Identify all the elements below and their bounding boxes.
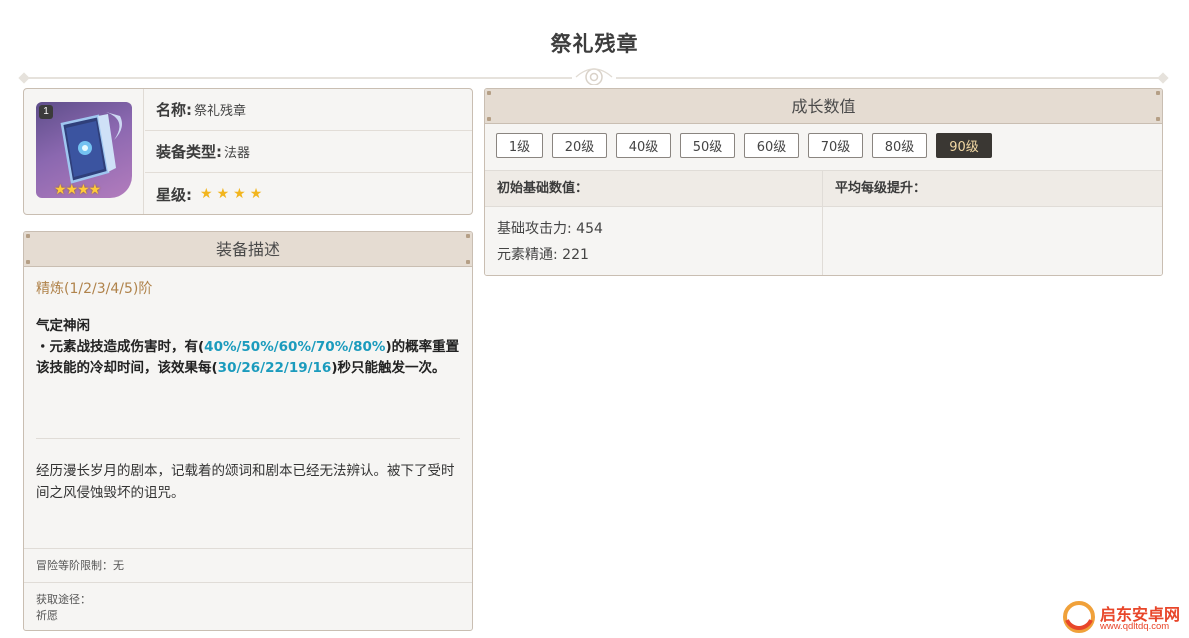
- level-button-90[interactable]: 90级: [936, 133, 992, 158]
- level-button-60[interactable]: 60级: [744, 133, 799, 158]
- source-value: 祈愿: [36, 609, 58, 622]
- refine-label: 精炼(1/2/3/4/5)阶: [36, 281, 153, 297]
- skill-block: 气定神闲 ・元素战技造成伤害时，有(40%/50%/60%/70%/80%)的概…: [36, 316, 460, 379]
- level-button-50[interactable]: 50级: [680, 133, 735, 158]
- skill-name: 气定神闲: [36, 318, 90, 334]
- base-attack: 基础攻击力: 454: [497, 221, 603, 237]
- watermark-url: www.qdltdq.com: [1100, 621, 1170, 632]
- star-icon: ★: [249, 186, 263, 202]
- level-button-20[interactable]: 20级: [552, 133, 607, 158]
- base-stat-header: 初始基础数值：: [485, 171, 823, 207]
- info-row-rarity: 星级: ★ ★ ★ ★: [145, 173, 472, 214]
- info-row-name: 名称: 祭礼残章: [145, 89, 472, 131]
- stat-table-header: 初始基础数值： 平均每级提升：: [485, 171, 1162, 207]
- skill-effect: ・元素战技造成伤害时，有(40%/50%/60%/70%/80%)的概率重置该技…: [36, 339, 460, 376]
- rarity-stars: ★★★★: [54, 182, 101, 198]
- source-label: 获取途径：: [36, 593, 91, 606]
- growth-header-label: 成长数值: [791, 97, 856, 116]
- rank-limit: 冒险等阶限制：无: [24, 548, 472, 582]
- weapon-book-icon: 1 ★★★★: [36, 102, 132, 198]
- level-button-40[interactable]: 40级: [616, 133, 671, 158]
- source-info: 获取途径： 祈愿: [24, 582, 472, 630]
- description-panel: 装备描述 精炼(1/2/3/4/5)阶 气定神闲 ・元素战技造成伤害时，有(40…: [23, 231, 473, 631]
- divider: [36, 438, 460, 439]
- growth-header: 成长数值: [485, 89, 1162, 124]
- level-button-70[interactable]: 70级: [808, 133, 863, 158]
- base-stat-cell: 基础攻击力: 454 元素精通: 221: [485, 207, 823, 275]
- level-button-1[interactable]: 1级: [496, 133, 543, 158]
- avg-growth-cell: [823, 207, 1161, 275]
- rarity-value: ★ ★ ★ ★: [200, 186, 266, 202]
- level-selector: 1级 20级 40级 50级 60级 70级 80级 90级: [485, 125, 1162, 171]
- name-key: 名称:: [156, 101, 192, 119]
- avg-growth-header: 平均每级提升：: [835, 181, 927, 196]
- refine-level-badge: 1: [39, 105, 53, 119]
- stat-table-body: 基础攻击力: 454 元素精通: 221: [485, 207, 1162, 275]
- cooldown-values: 30/26/22/19/16: [217, 360, 332, 376]
- type-value: 法器: [224, 146, 251, 161]
- weapon-avatar: 1 ★★★★: [24, 89, 144, 214]
- growth-panel: 成长数值 1级 20级 40级 50级 60级 70级 80级 90级 初始基础…: [484, 88, 1163, 276]
- rarity-key: 星级:: [156, 185, 192, 204]
- elemental-mastery: 元素精通: 221: [497, 247, 589, 263]
- level-button-80[interactable]: 80级: [872, 133, 927, 158]
- weapon-info-card: 1 ★★★★ 名称: 祭礼残章 装备类型: 法器 星级: ★ ★ ★ ★: [23, 88, 473, 215]
- page-title: 祭礼残章: [550, 32, 639, 56]
- name-value: 祭礼残章: [194, 104, 247, 119]
- description-header-label: 装备描述: [215, 240, 280, 259]
- description-header: 装备描述: [24, 232, 472, 267]
- watermark: 启东安卓网 www.qdltdq.com: [1062, 600, 1186, 636]
- ornament-icon: [572, 63, 616, 85]
- info-row-type: 装备类型: 法器: [145, 131, 472, 173]
- star-icon: ★: [233, 186, 246, 202]
- chance-values: 40%/50%/60%/70%/80%: [204, 339, 386, 355]
- lore-text: 经历漫长岁月的剧本，记载着的颂词和剧本已经无法辨认。被下了受时间之风侵蚀毁坏的诅…: [36, 463, 455, 501]
- star-icon: ★: [216, 186, 230, 202]
- watermark-logo-icon: [1063, 601, 1095, 633]
- type-key: 装备类型:: [156, 143, 222, 161]
- star-icon: ★: [200, 186, 213, 202]
